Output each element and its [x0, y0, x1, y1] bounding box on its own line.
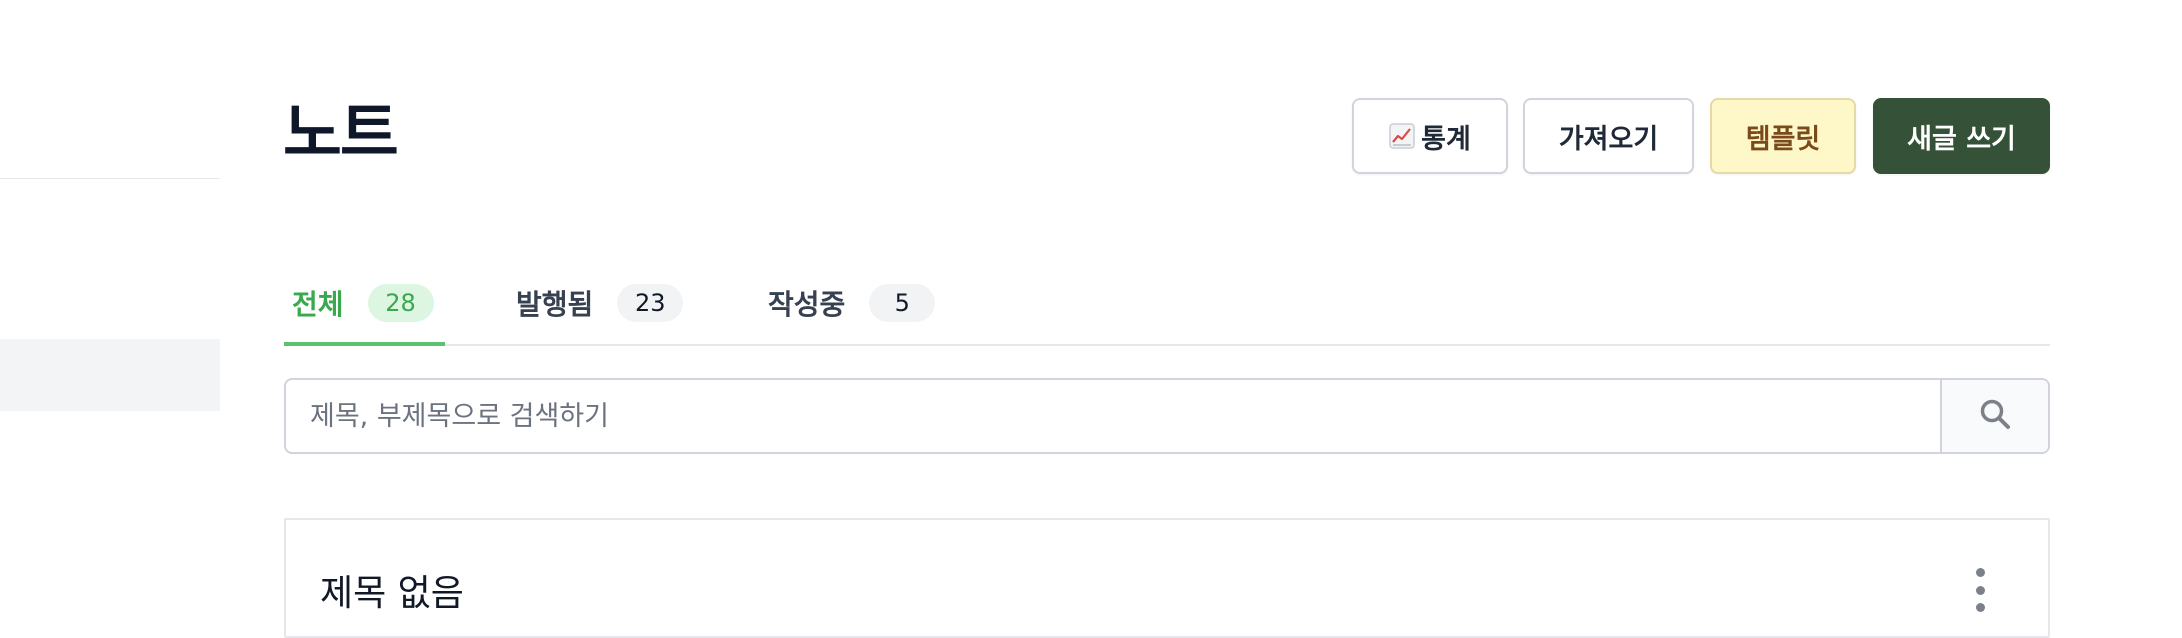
- tab-draft-label: 작성중: [768, 288, 846, 321]
- tab-published[interactable]: 발행됨 23: [516, 262, 684, 344]
- new-post-button-label: 새글 쓰기: [1907, 123, 2016, 155]
- search-button[interactable]: [1940, 380, 2048, 452]
- sidebar-item-active[interactable]: [0, 339, 220, 411]
- stats-button-label: 통계: [1421, 123, 1471, 155]
- tab-all-label: 전체: [292, 288, 344, 321]
- tab-draft[interactable]: 작성중 5: [768, 262, 936, 344]
- import-button-label: 가져오기: [1558, 123, 1659, 155]
- note-title: 제목 없음: [320, 573, 464, 614]
- sidebar-divider: [0, 178, 220, 179]
- new-post-button[interactable]: 새글 쓰기: [1873, 98, 2050, 174]
- tab-draft-count-badge: 5: [869, 284, 936, 322]
- template-button-label: 템플릿: [1745, 123, 1821, 155]
- note-card[interactable]: 제목 없음: [284, 518, 2050, 638]
- chart-increasing-icon: [1389, 123, 1415, 149]
- tab-bar: 전체 28 발행됨 23 작성중 5: [284, 262, 2050, 346]
- search-input[interactable]: [286, 380, 1940, 452]
- more-vertical-icon[interactable]: [1970, 568, 1990, 612]
- tab-all[interactable]: 전체 28: [284, 262, 445, 346]
- tab-published-count-badge: 23: [617, 284, 684, 322]
- search-icon: [1977, 396, 2013, 436]
- search-bar: [284, 378, 2050, 454]
- import-button[interactable]: 가져오기: [1523, 98, 1694, 174]
- page-title: 노트: [283, 97, 399, 171]
- template-button[interactable]: 템플릿: [1710, 98, 1856, 174]
- tab-all-count-badge: 28: [367, 284, 434, 322]
- sidebar: [0, 0, 220, 614]
- tab-published-label: 발행됨: [516, 288, 594, 321]
- stats-button[interactable]: 통계: [1352, 98, 1508, 174]
